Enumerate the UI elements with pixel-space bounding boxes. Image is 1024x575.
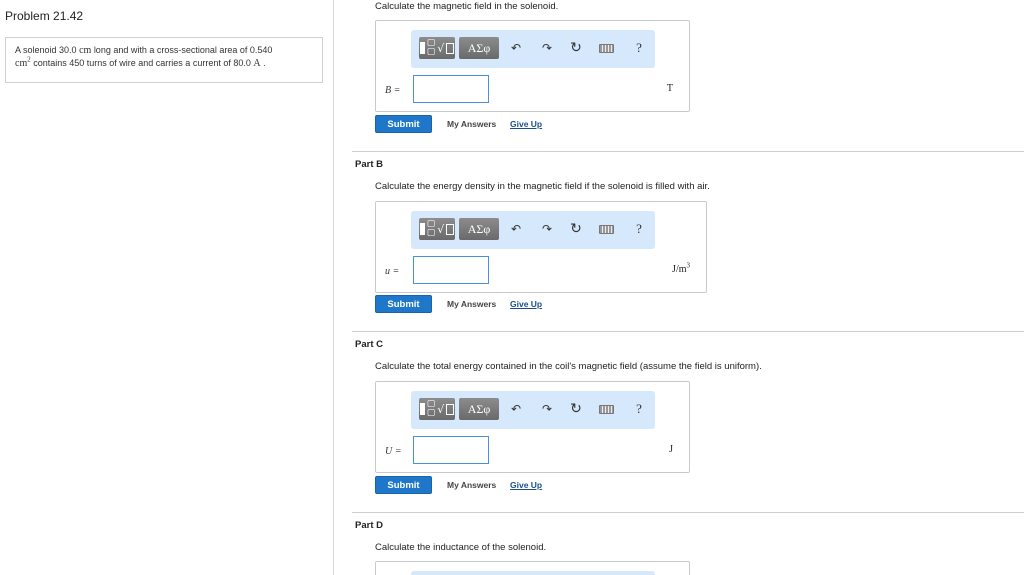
problem-title: Problem 21.42 [5, 9, 84, 23]
undo-icon[interactable]: ↶ [507, 220, 525, 238]
problem-panel: Problem 21.42 A solenoid 30.0 cm long an… [0, 0, 334, 575]
variable-label: U = [385, 446, 402, 457]
help-icon[interactable]: ? [630, 400, 648, 418]
part-b-title: Part B [355, 159, 383, 170]
reset-icon[interactable]: ↻ [567, 220, 585, 238]
part-c-prompt: Calculate the total energy contained in … [375, 361, 762, 372]
part-b-submit-button[interactable]: Submit [375, 295, 432, 313]
problem-text: long and with a cross-sectional area of … [93, 45, 273, 55]
part-d-prompt: Calculate the inductance of the solenoid… [375, 542, 547, 553]
fraction-sqrt-button[interactable]: ▢ ▢ √ [419, 37, 455, 59]
problem-text: contains 450 turns of wire and carries a… [33, 58, 251, 68]
part-b-give-up-link[interactable]: Give Up [510, 299, 542, 309]
fraction-sqrt-icon: ▢ ▢ √ [419, 39, 455, 57]
problem-text: A solenoid 30.0 [15, 45, 77, 55]
part-c-answer-box: ▢ ▢ √ ΑΣφ ↶ ↷ ↻ ? U = J [375, 381, 690, 473]
part-c-submit-button[interactable]: Submit [375, 476, 432, 494]
part-d-title: Part D [355, 520, 383, 531]
greek-symbols-button[interactable]: ΑΣφ [459, 218, 499, 240]
part-c-title: Part C [355, 339, 383, 350]
part-a-give-up-link[interactable]: Give Up [510, 119, 542, 129]
unit-cm: cm [79, 45, 92, 56]
reset-icon[interactable]: ↻ [567, 39, 585, 57]
part-c-answer-input[interactable] [413, 436, 489, 464]
keyboard-icon[interactable] [597, 400, 615, 418]
fraction-sqrt-icon: ▢ ▢ √ [419, 400, 455, 418]
help-icon[interactable]: ? [630, 220, 648, 238]
keyboard-icon[interactable] [597, 220, 615, 238]
part-c-my-answers-link[interactable]: My Answers [447, 480, 496, 490]
variable-label: B = [385, 85, 401, 96]
unit-amp: A [253, 58, 261, 69]
fraction-sqrt-button[interactable]: ▢ ▢ √ [419, 398, 455, 420]
part-b-prompt: Calculate the energy density in the magn… [375, 181, 710, 192]
redo-icon[interactable]: ↷ [538, 220, 556, 238]
variable-label: u = [385, 266, 400, 277]
problem-statement: A solenoid 30.0 cm long and with a cross… [5, 37, 323, 83]
part-a-submit-button[interactable]: Submit [375, 115, 432, 133]
unit-label: J/m3 [672, 261, 690, 275]
reset-icon[interactable]: ↻ [567, 400, 585, 418]
part-c-give-up-link[interactable]: Give Up [510, 480, 542, 490]
unit-label: J [669, 444, 673, 455]
part-d-answer-box [375, 561, 690, 575]
part-a-my-answers-link[interactable]: My Answers [447, 119, 496, 129]
math-toolbar [411, 571, 655, 575]
part-b-answer-input[interactable] [413, 256, 489, 284]
greek-symbols-button[interactable]: ΑΣφ [459, 398, 499, 420]
divider [352, 151, 1024, 152]
fraction-sqrt-button[interactable]: ▢ ▢ √ [419, 218, 455, 240]
part-b-answer-box: ▢ ▢ √ ΑΣφ ↶ ↷ ↻ ? u = J/m3 [375, 201, 707, 293]
math-toolbar: ▢ ▢ √ ΑΣφ ↶ ↷ ↻ ? [411, 30, 655, 68]
unit-label: T [666, 83, 673, 94]
part-a-answer-box: ▢ ▢ √ ΑΣφ ↶ ↷ ↻ ? B = T [375, 20, 690, 112]
redo-icon[interactable]: ↷ [538, 400, 556, 418]
keyboard-icon[interactable] [597, 39, 615, 57]
unit-cm2: cm2 [15, 55, 31, 69]
divider [352, 331, 1024, 332]
part-a-prompt: Calculate the magnetic field in the sole… [375, 1, 559, 12]
problem-text-end: . [263, 58, 266, 68]
help-icon[interactable]: ? [630, 39, 648, 57]
part-a-answer-input[interactable] [413, 75, 489, 103]
part-b-my-answers-link[interactable]: My Answers [447, 299, 496, 309]
math-toolbar: ▢ ▢ √ ΑΣφ ↶ ↷ ↻ ? [411, 391, 655, 429]
redo-icon[interactable]: ↷ [538, 39, 556, 57]
greek-symbols-button[interactable]: ΑΣφ [459, 37, 499, 59]
divider [352, 512, 1024, 513]
math-toolbar: ▢ ▢ √ ΑΣφ ↶ ↷ ↻ ? [411, 211, 655, 249]
undo-icon[interactable]: ↶ [507, 400, 525, 418]
fraction-sqrt-icon: ▢ ▢ √ [419, 220, 455, 238]
undo-icon[interactable]: ↶ [507, 39, 525, 57]
